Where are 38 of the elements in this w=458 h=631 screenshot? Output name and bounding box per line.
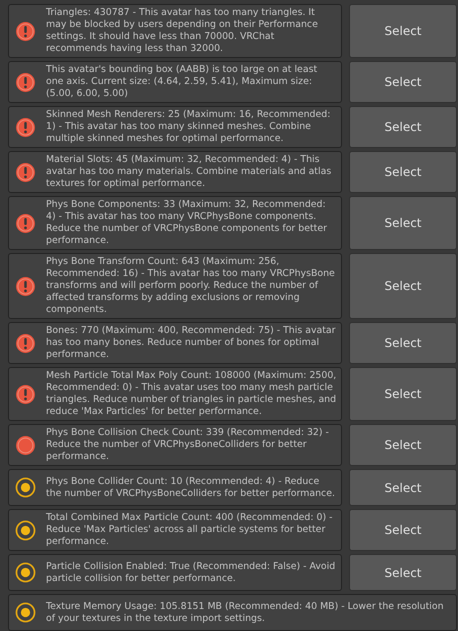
- issue-message: Phys Bone Collider Count: 10 (Recommended: 4) - Reduce the number of VRCPhysBoneColliders for better performance.: [46, 476, 336, 500]
- issue-message: Phys Bone Transform Count: 643 (Maximum: 256, Recommended: 16) - This avatar has too many VRCPhysBone transforms and will perform poorly. Reduce the number of affected transforms by adding exclusions or removing components.: [46, 256, 336, 316]
- select-button[interactable]: Select: [349, 196, 457, 250]
- error-icon: [15, 20, 36, 42]
- select-button[interactable]: Select: [349, 151, 457, 193]
- issue-message: Phys Bone Collision Check Count: 339 (Recommended: 32) - Reduce the number of VRCPhysBoneColliders for better performance.: [46, 427, 330, 463]
- issue-message: This avatar's bounding box (AABB) is too large on at least one axis. Current size: (4.64, 2.59, 5.41), Maximum size: (5.00, 6.00, 5.00): [46, 64, 318, 100]
- issue-message: Phys Bone Components: 33 (Maximum: 32, Recommended: 4) - This avatar has too many VRCPhysBone components. Reduce the number of VRCPhysBone components for better performance.: [46, 199, 328, 247]
- select-button[interactable]: Select: [349, 253, 457, 319]
- select-button[interactable]: Select: [349, 367, 457, 421]
- error-icon: [15, 332, 36, 354]
- warning-dot-icon: [15, 477, 36, 498]
- select-button[interactable]: Select: [349, 424, 457, 466]
- select-button[interactable]: Select: [349, 554, 457, 591]
- select-button[interactable]: Select: [349, 322, 457, 364]
- select-button[interactable]: Select: [349, 4, 457, 58]
- warning-dot-icon: [15, 602, 36, 623]
- error-icon: [15, 384, 36, 404]
- issue-message: Material Slots: 45 (Maximum: 32, Recommended: 4) - This avatar has too many materials. Combine materials and atlas textures for optimal performance.: [46, 154, 332, 190]
- issue-message: Texture Memory Usage: 105.8151 MB (Recommended: 40 MB) - Lower the resolution of your textures in the texture import settings.: [46, 600, 445, 624]
- select-button[interactable]: Select: [349, 106, 457, 148]
- warning-dot-icon: [15, 562, 36, 583]
- issue-message: Bones: 770 (Maximum: 400, Recommended: 75) - This avatar has too many bones. Reduce number of bones for optimal performance.: [46, 325, 337, 361]
- warning-dot-icon: [15, 520, 36, 540]
- error-icon: [15, 72, 36, 92]
- select-button[interactable]: Select: [349, 61, 457, 103]
- issue-message: Skinned Mesh Renderers: 25 (Maximum: 16, Recommended: 1) - This avatar has too many skinned meshes. Combine multiple skinned meshes for optimal performance.: [46, 109, 332, 145]
- issue-message: Particle Collision Enabled: True (Recommended: False) - Avoid particle collision for better performance.: [46, 560, 336, 584]
- status-dot-icon: [15, 434, 36, 456]
- issue-message: Mesh Particle Total Max Poly Count: 108000 (Maximum: 2500, Recommended: 0) - This avatar uses too many mesh particle triangles. Reduce number of triangles in particle meshes, and reduce 'Max Particles' for better performance.: [46, 370, 337, 418]
- select-button[interactable]: Select: [349, 469, 457, 506]
- error-icon: [15, 116, 36, 138]
- error-icon: [15, 276, 36, 296]
- issue-message: Triangles: 430787 - This avatar has too many triangles. It may be blocked by users depending on their Performance settings. It should have less than 70000. VRChat recommends having less than 32000.: [46, 7, 319, 55]
- select-button[interactable]: Select: [349, 509, 457, 551]
- issue-message: Total Combined Max Particle Count: 400 (Recommended: 0) - Reduce 'Max Particles' across all particle systems for better performance.: [46, 512, 334, 548]
- error-icon: [15, 212, 36, 234]
- error-icon: [15, 162, 36, 182]
